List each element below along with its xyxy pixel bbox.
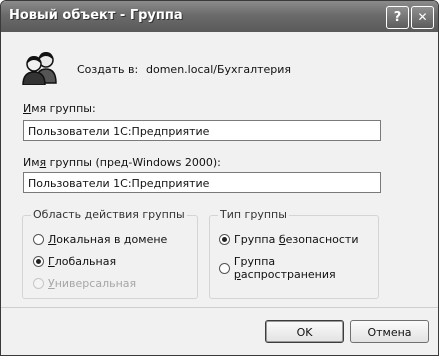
ok-button[interactable]: OK: [265, 320, 344, 343]
scope-option-global[interactable]: Глобальная: [33, 255, 116, 268]
scope-universal-radio: [33, 278, 44, 289]
group-name-input[interactable]: Пользователи 1С:Предприятие: [23, 120, 381, 141]
group-name-legacy-label-pre: Им: [23, 156, 40, 169]
group-name-label-accel: И: [23, 102, 32, 115]
group-name-legacy-input[interactable]: Пользователи 1С:Предприятие: [23, 172, 381, 193]
group-scope-box: Область действия группы Локальная в доме…: [22, 208, 198, 299]
scope-global-accel: Г: [48, 255, 55, 268]
group-name-label-text: мя группы:: [31, 102, 96, 115]
type-security-text: езопасности: [285, 233, 359, 246]
dialog-window: Новый объект - Группа ? ✕ Создать в: dom…: [0, 0, 439, 356]
title-bar[interactable]: Новый объект - Группа ? ✕: [1, 1, 438, 32]
window-title: Новый объект - Группа: [9, 8, 183, 23]
create-in-path: domen.local/Бухгалтерия: [146, 63, 292, 76]
scope-option-universal: Универсальная: [33, 277, 136, 290]
help-button[interactable]: ?: [386, 6, 409, 29]
type-option-security[interactable]: Группа безопасности: [219, 233, 358, 246]
scope-option-domain-local[interactable]: Локальная в домене: [33, 233, 167, 246]
users-group-icon: [19, 51, 63, 88]
dialog-content: Создать в: domen.local/Бухгалтерия Имя г…: [1, 32, 438, 355]
type-distribution-pre: Группа: [233, 255, 276, 268]
scope-global-radio[interactable]: [33, 256, 44, 267]
scope-domain-local-label: Локальная в домене: [48, 233, 167, 246]
group-name-legacy-label-text: группы (пред-Windows 2000):: [46, 156, 221, 169]
scope-universal-label: Универсальная: [48, 277, 136, 290]
type-security-accel: б: [278, 233, 286, 246]
group-type-legend: Тип группы: [218, 208, 289, 221]
create-in-label: Создать в:: [77, 63, 139, 76]
scope-universal-text: ниверсальная: [54, 277, 137, 290]
type-distribution-accel: р: [233, 268, 241, 281]
close-button[interactable]: ✕: [411, 6, 434, 29]
cancel-button[interactable]: Отмена: [350, 320, 429, 343]
scope-domain-local-radio[interactable]: [33, 234, 44, 245]
type-security-radio[interactable]: [219, 234, 230, 245]
scope-global-label: Глобальная: [48, 255, 116, 268]
type-option-distribution[interactable]: Группа распространения: [219, 255, 378, 281]
scope-global-text: лобальная: [54, 255, 117, 268]
group-type-box: Тип группы Группа безопасности Группа ра…: [209, 208, 379, 299]
button-separator: [1, 307, 438, 308]
scope-universal-accel: У: [48, 277, 55, 290]
type-distribution-label: Группа распространения: [234, 255, 378, 281]
scope-domain-local-text: окальная в домене: [56, 233, 168, 246]
type-security-label: Группа безопасности: [234, 233, 358, 246]
type-security-pre: Группа: [234, 233, 279, 246]
type-distribution-text: аспространения: [240, 268, 336, 281]
type-distribution-radio[interactable]: [219, 262, 230, 274]
group-name-legacy-label: Имя группы (пред-Windows 2000):: [23, 156, 221, 169]
group-scope-legend: Область действия группы: [31, 208, 187, 221]
group-name-label: Имя группы:: [23, 102, 96, 115]
